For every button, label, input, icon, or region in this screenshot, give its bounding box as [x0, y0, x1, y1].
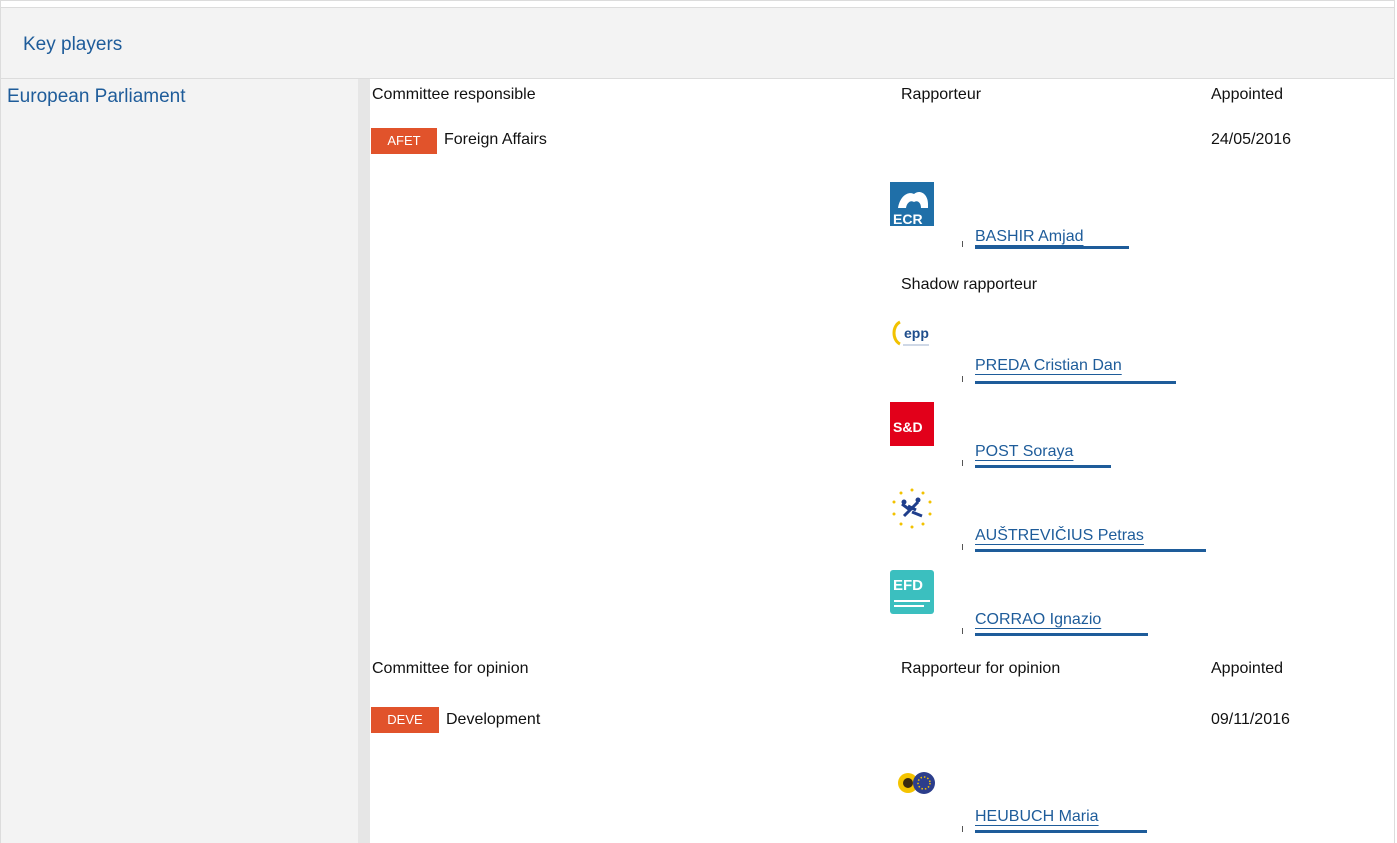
rapporteur-heading: Rapporteur [901, 86, 982, 103]
link-tick [962, 826, 963, 832]
mep-link-bashir[interactable]: BASHIR Amjad [975, 228, 1083, 246]
link-tick [962, 544, 963, 550]
mep-link-underline [975, 381, 1176, 384]
mep-link-underline [975, 549, 1206, 552]
ecr-logo-text: ECR [893, 211, 923, 226]
appointed-date: 24/05/2016 [1211, 131, 1292, 148]
appointed-heading: Appointed [1211, 86, 1284, 103]
sd-logo-icon: S&D [890, 402, 934, 446]
epp-logo-icon: epp [890, 318, 936, 364]
committee-opinion-heading: Committee for opinion [372, 660, 529, 677]
efdd-logo-icon: EFD [890, 570, 934, 614]
committee-badge-deve[interactable]: DEVE [371, 707, 439, 733]
committee-name: Foreign Affairs [444, 131, 547, 148]
column-separator [358, 79, 370, 843]
mep-link-heubuch[interactable]: HEUBUCH Maria [975, 808, 1099, 826]
sd-logo-text: S&D [893, 419, 923, 435]
mep-link-austrevicius[interactable]: AUŠTREVIČIUS Petras [975, 527, 1144, 545]
opinion-committee-name: Development [446, 711, 541, 728]
mep-link-post[interactable]: POST Soraya [975, 443, 1073, 461]
institution-name: European Parliament [7, 86, 186, 107]
committee-badge-afet[interactable]: AFET [371, 128, 437, 154]
link-tick [962, 376, 963, 382]
mep-link-underline [975, 830, 1147, 833]
appointed-opinion-heading: Appointed [1211, 660, 1284, 677]
alde-logo-icon [890, 486, 934, 530]
mep-link-underline [975, 465, 1111, 468]
link-tick [962, 460, 963, 466]
institution-column [1, 79, 358, 843]
ecr-logo-icon: ECR [890, 182, 934, 227]
greens-efa-logo-icon [895, 767, 939, 799]
opinion-appointed-date: 09/11/2016 [1211, 711, 1290, 728]
epp-logo-text: epp [904, 325, 929, 341]
mep-link-corrao[interactable]: CORRAO Ignazio [975, 611, 1101, 629]
link-tick [962, 628, 963, 634]
mep-link-underline [975, 246, 1129, 249]
link-tick [962, 241, 963, 247]
mep-link-underline [975, 633, 1148, 636]
key-players-header: Key players [1, 7, 1394, 79]
efdd-logo-text: EFD [893, 577, 923, 594]
shadow-rapporteur-heading: Shadow rapporteur [901, 276, 1038, 293]
mep-link-preda[interactable]: PREDA Cristian Dan [975, 357, 1122, 375]
section-title: Key players [23, 34, 123, 55]
committee-responsible-heading: Committee responsible [372, 86, 536, 103]
rapporteur-opinion-heading: Rapporteur for opinion [901, 660, 1061, 677]
